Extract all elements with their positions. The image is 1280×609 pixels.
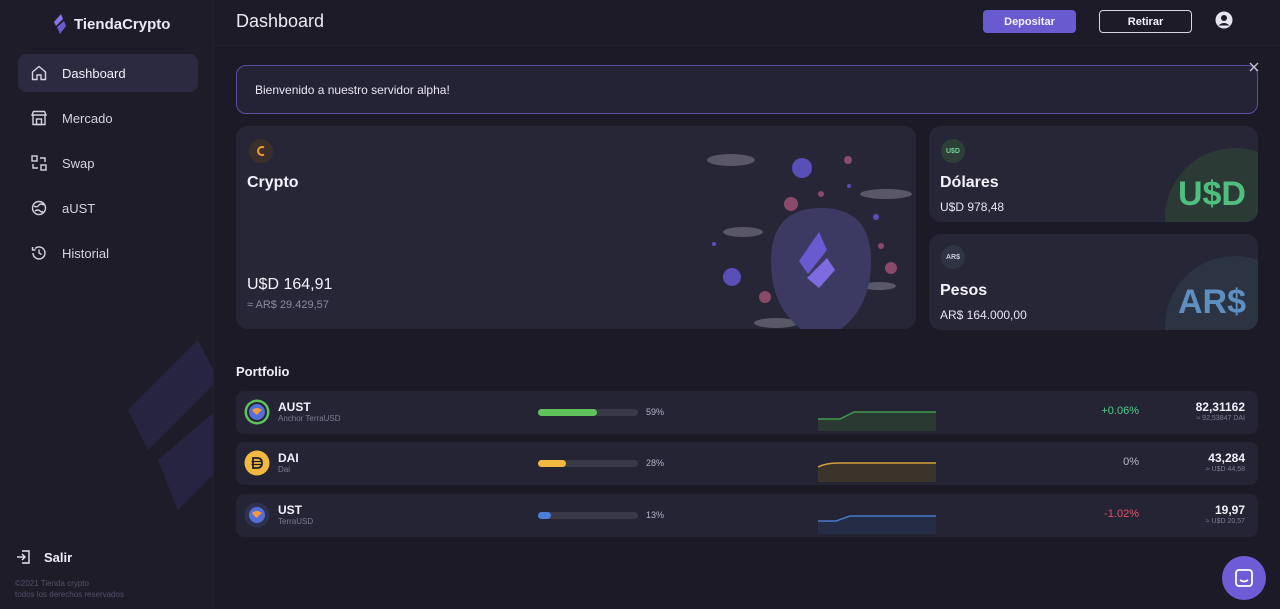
allocation-percent: 59% — [646, 407, 665, 417]
row-change: 0% — [1123, 456, 1139, 468]
allocation-bar — [538, 460, 638, 467]
sparkline-chart — [818, 515, 936, 534]
sidebar-item-label: aUST — [62, 200, 96, 216]
portfolio-row-aust[interactable]: AUST Anchor TerraUSD 59% +0.06% 82,31162… — [236, 391, 1258, 434]
sparkline-chart — [818, 411, 936, 431]
row-symbol: UST — [278, 503, 302, 517]
balloon-illustration — [707, 154, 912, 329]
pesos-value: AR$ 164.000,00 — [940, 308, 1027, 322]
withdraw-button[interactable]: Retirar — [1099, 10, 1192, 33]
crypto-title: Crypto — [247, 174, 299, 191]
crypto-card[interactable]: Crypto U$D 164,91 ≈ AR$ 29.429,57 — [236, 126, 916, 329]
row-change: -1.02% — [1104, 508, 1139, 520]
allocation-bar-fill — [538, 409, 597, 416]
sidebar-item-swap[interactable]: Swap — [18, 144, 198, 182]
deposit-button[interactable]: Depositar — [983, 10, 1076, 33]
sidebar-item-mercado[interactable]: Mercado — [18, 99, 198, 137]
dolares-card[interactable]: U$D Dólares U$D 978,48 U$D — [929, 126, 1258, 222]
row-conversion: ≈ U$D 44,58 — [1205, 466, 1245, 473]
portfolio-title: Portfolio — [236, 364, 290, 379]
row-change: +0.06% — [1101, 405, 1139, 417]
sidebar-item-aust[interactable]: aUST — [18, 189, 198, 227]
pesos-card[interactable]: AR$ Pesos AR$ 164.000,00 AR$ — [929, 234, 1258, 330]
globe-icon — [30, 199, 48, 217]
sparkline-chart — [818, 462, 936, 482]
allocation-percent: 13% — [646, 510, 665, 520]
copyright-line: todos los derechos reservados — [15, 590, 124, 599]
chat-icon — [1235, 569, 1253, 587]
dolares-title: Dólares — [940, 174, 999, 191]
support-chat-button[interactable] — [1222, 556, 1266, 600]
welcome-banner: Bienvenido a nuestro servidor alpha! — [236, 65, 1258, 114]
dai-coin-icon — [244, 450, 270, 476]
portfolio-row-ust[interactable]: UST TerraUSD 13% -1.02% 19,97 ≈ U$D 20,5… — [236, 494, 1258, 537]
row-amount: 43,284 — [1208, 451, 1245, 465]
usd-badge-label: U$D — [945, 147, 960, 155]
crypto-conversion: ≈ AR$ 29.429,57 — [247, 299, 329, 311]
allocation-percent: 28% — [646, 458, 665, 468]
store-icon — [30, 109, 48, 127]
row-conversion: ≈ U$D 20,57 — [1205, 518, 1245, 525]
page-title: Dashboard — [236, 11, 325, 31]
usd-badge-icon: U$D — [941, 139, 965, 163]
allocation-bar — [538, 409, 638, 416]
row-conversion: ≈ 92,53847 DAI — [1196, 415, 1245, 422]
crypto-value: U$D 164,91 — [247, 276, 333, 293]
allocation-bar — [538, 512, 638, 519]
ust-coin-icon — [244, 502, 270, 528]
sidebar-item-label: Swap — [62, 155, 95, 171]
pesos-title: Pesos — [940, 282, 988, 299]
top-header: Dashboard Depositar Retirar — [214, 0, 1280, 46]
ars-badge-label: AR$ — [945, 253, 960, 261]
row-amount: 19,97 — [1214, 503, 1245, 517]
app-logo[interactable]: TiendaCrypto — [52, 12, 170, 36]
row-fullname: Anchor TerraUSD — [278, 414, 341, 423]
allocation-bar-fill — [538, 512, 551, 519]
swap-icon — [30, 154, 48, 172]
close-icon[interactable] — [1248, 61, 1260, 73]
ars-badge-icon: AR$ — [941, 245, 965, 269]
app-name: TiendaCrypto — [74, 15, 171, 33]
banner-message: Bienvenido a nuestro servidor alpha! — [255, 82, 450, 97]
portfolio-row-dai[interactable]: DAI Dai 28% 0% 43,284 ≈ U$D 44,58 — [236, 442, 1258, 485]
row-amount: 82,31162 — [1195, 400, 1245, 414]
logout-label: Salir — [44, 549, 73, 565]
dolares-value: U$D 978,48 — [940, 200, 1005, 214]
home-icon — [30, 64, 48, 82]
pesos-big-symbol: AR$ — [1177, 283, 1246, 321]
aust-coin-icon — [244, 399, 270, 425]
row-fullname: TerraUSD — [278, 517, 314, 526]
user-avatar-icon[interactable] — [1215, 11, 1233, 29]
crypto-coin-icon — [249, 139, 273, 163]
sidebar-item-label: Dashboard — [62, 65, 126, 81]
sidebar: TiendaCrypto Dashboard Mercado Swap aUST — [0, 0, 214, 609]
copyright-line: ©2021 Tienda crypto — [15, 579, 89, 588]
copyright-text: ©2021 Tienda crypto todos los derechos r… — [15, 578, 124, 600]
dolares-big-symbol: U$D — [1177, 175, 1246, 213]
sidebar-item-label: Mercado — [62, 110, 113, 126]
row-symbol: AUST — [278, 400, 311, 414]
allocation-bar-fill — [538, 460, 566, 467]
logout-icon — [17, 550, 30, 564]
sidebar-nav: Dashboard Mercado Swap aUST Historial — [18, 54, 198, 279]
row-symbol: DAI — [278, 451, 299, 465]
sidebar-item-label: Historial — [62, 245, 109, 261]
background-logo-decoration — [128, 340, 213, 510]
sidebar-item-dashboard[interactable]: Dashboard — [18, 54, 198, 92]
logo-icon — [54, 14, 66, 34]
row-fullname: Dai — [278, 465, 291, 474]
sidebar-item-historial[interactable]: Historial — [18, 234, 198, 272]
history-icon — [30, 244, 48, 262]
logout-button[interactable]: Salir — [16, 549, 72, 565]
